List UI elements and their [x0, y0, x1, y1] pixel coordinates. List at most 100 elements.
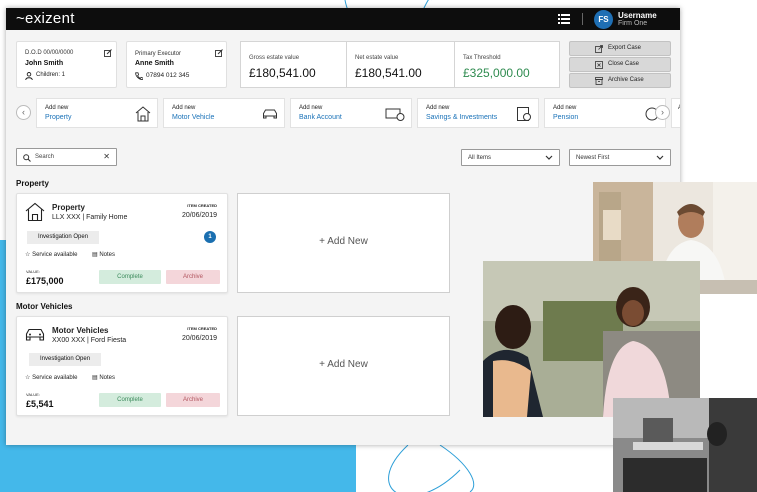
notes-icon: ▤ [92, 375, 98, 381]
tax-threshold-value: £325,000.00 [463, 66, 530, 80]
add-new-label: Add new [426, 105, 450, 111]
add-new-label: A [678, 105, 680, 111]
exizent-logo: ~exizent [16, 10, 75, 27]
photo-two-women-image [483, 261, 700, 417]
dod-label: D.O.D 00/00/0000 [25, 50, 74, 56]
scroll-right-button[interactable]: › [655, 105, 670, 120]
item-created-date: 20/06/2019 [181, 212, 217, 219]
complete-button[interactable]: Complete [99, 393, 161, 407]
export-case-button[interactable]: Export Case [569, 41, 671, 56]
estate-totals: Gross estate value £180,541.00 Net estat… [240, 41, 560, 88]
search-icon [23, 154, 31, 162]
sort-value: Newest First [576, 155, 610, 161]
top-bar: ~exizent FS Username Firm One [6, 8, 680, 30]
scroll-left-button[interactable]: ‹ [16, 105, 31, 120]
avatar[interactable]: FS [594, 10, 613, 29]
edit-icon[interactable] [104, 49, 112, 57]
net-estate-value: £180,541.00 [355, 66, 422, 80]
notes-link[interactable]: ▤ Notes [92, 251, 115, 258]
notes-label: Notes [99, 375, 116, 381]
net-estate-cell: Net estate value £180,541.00 [347, 42, 455, 87]
add-new-label: + Add New [319, 236, 368, 247]
items-filter-select[interactable]: All Items [461, 149, 560, 166]
executor-phone: 07894 012 345 [146, 72, 190, 79]
add-new-label: + Add New [319, 359, 368, 370]
service-available: ☆ Service available [25, 374, 77, 381]
value-label: VALUE: [26, 269, 40, 274]
category-name: Property [45, 114, 72, 121]
net-estate-label: Net estate value [355, 55, 399, 61]
category-name: Bank Account [299, 114, 342, 121]
archive-case-label: Archive Case [608, 77, 644, 83]
gross-estate-value: £180,541.00 [249, 66, 316, 80]
photo-two-women [483, 261, 700, 417]
count-badge: 1 [204, 231, 216, 243]
add-property-tile[interactable]: Add new Property [36, 98, 158, 128]
section-title-property: Property [16, 179, 49, 188]
export-icon [595, 45, 603, 53]
item-subtitle: LLX XXX | Family Home [52, 214, 128, 221]
category-name: Pension [553, 114, 579, 121]
deceased-card: D.O.D 00/00/0000 John Smith Children: 1 [16, 41, 117, 88]
item-title: Property [52, 203, 85, 212]
close-case-button[interactable]: Close Case [569, 57, 671, 72]
search-placeholder: Search [35, 154, 55, 160]
complete-button[interactable]: Complete [99, 270, 161, 284]
phone-icon [135, 72, 143, 80]
chevron-down-icon [545, 155, 553, 160]
list-menu-icon[interactable] [558, 14, 570, 24]
edit-icon[interactable] [215, 49, 223, 57]
add-new-label: Add new [299, 105, 323, 111]
notes-label: Notes [99, 252, 116, 258]
value-label: VALUE: [26, 392, 40, 397]
item-value: £5,541 [26, 399, 54, 409]
chevron-down-icon [656, 155, 664, 160]
item-created-label: ITEM CREATED [187, 326, 217, 331]
header-divider [582, 13, 583, 25]
savings-document-icon [517, 107, 531, 121]
vehicle-item-card[interactable]: Motor Vehicles XX00 XXX | Ford Fiesta IT… [16, 316, 228, 416]
executor-card: Primary Executor Anne Smith 07894 012 34… [126, 41, 227, 88]
executor-name: Anne Smith [135, 60, 174, 67]
stage: ~exizent FS Username Firm One D.O.D 00/0… [0, 0, 757, 492]
children-count: Children: 1 [36, 72, 66, 78]
category-name: Savings & Investments [426, 114, 498, 121]
category-name: Motor Vehicle [172, 114, 215, 121]
archive-button[interactable]: Archive [166, 270, 220, 284]
add-savings-tile[interactable]: Add new Savings & Investments [417, 98, 539, 128]
photo-desk-monochrome-image [613, 398, 757, 492]
property-item-card[interactable]: Property LLX XXX | Family Home ITEM CREA… [16, 193, 228, 293]
username[interactable]: Username [618, 11, 657, 20]
car-icon [263, 109, 277, 119]
item-subtitle: XX00 XXX | Ford Fiesta [52, 337, 127, 344]
search-input[interactable]: Search ✕ [16, 148, 117, 166]
notes-icon: ▤ [92, 252, 98, 258]
add-bank-account-tile[interactable]: Add new Bank Account [290, 98, 412, 128]
gross-estate-label: Gross estate value [249, 55, 300, 61]
add-motor-vehicle-tile[interactable]: Add new Motor Vehicle [163, 98, 285, 128]
tax-threshold-label: Tax Threshold [463, 55, 501, 61]
add-new-label: Add new [553, 105, 577, 111]
items-filter-value: All Items [468, 155, 492, 161]
add-new-label: Add new [172, 105, 196, 111]
archive-case-button[interactable]: Archive Case [569, 73, 671, 88]
close-case-label: Close Case [608, 61, 640, 67]
archive-button[interactable]: Archive [166, 393, 220, 407]
add-new-label: Add new [45, 105, 69, 111]
clear-search-icon[interactable]: ✕ [103, 152, 110, 161]
add-new-property-button[interactable]: + Add New [237, 193, 450, 293]
item-title: Motor Vehicles [52, 326, 109, 335]
add-new-vehicle-button[interactable]: + Add New [237, 316, 450, 416]
status-tag: Investigation Open [29, 353, 102, 366]
archive-icon [595, 77, 603, 85]
gross-estate-cell: Gross estate value £180,541.00 [241, 42, 347, 87]
add-pension-tile[interactable]: Add new Pension [544, 98, 666, 128]
executor-label: Primary Executor [135, 51, 182, 57]
notes-link[interactable]: ▤ Notes [92, 374, 115, 381]
sort-select[interactable]: Newest First [569, 149, 671, 166]
star-icon: ☆ [25, 252, 31, 258]
next-category-tile[interactable]: A [671, 98, 680, 128]
bank-card-icon [385, 108, 405, 121]
close-box-icon [595, 61, 603, 69]
deceased-name: John Smith [25, 60, 64, 67]
